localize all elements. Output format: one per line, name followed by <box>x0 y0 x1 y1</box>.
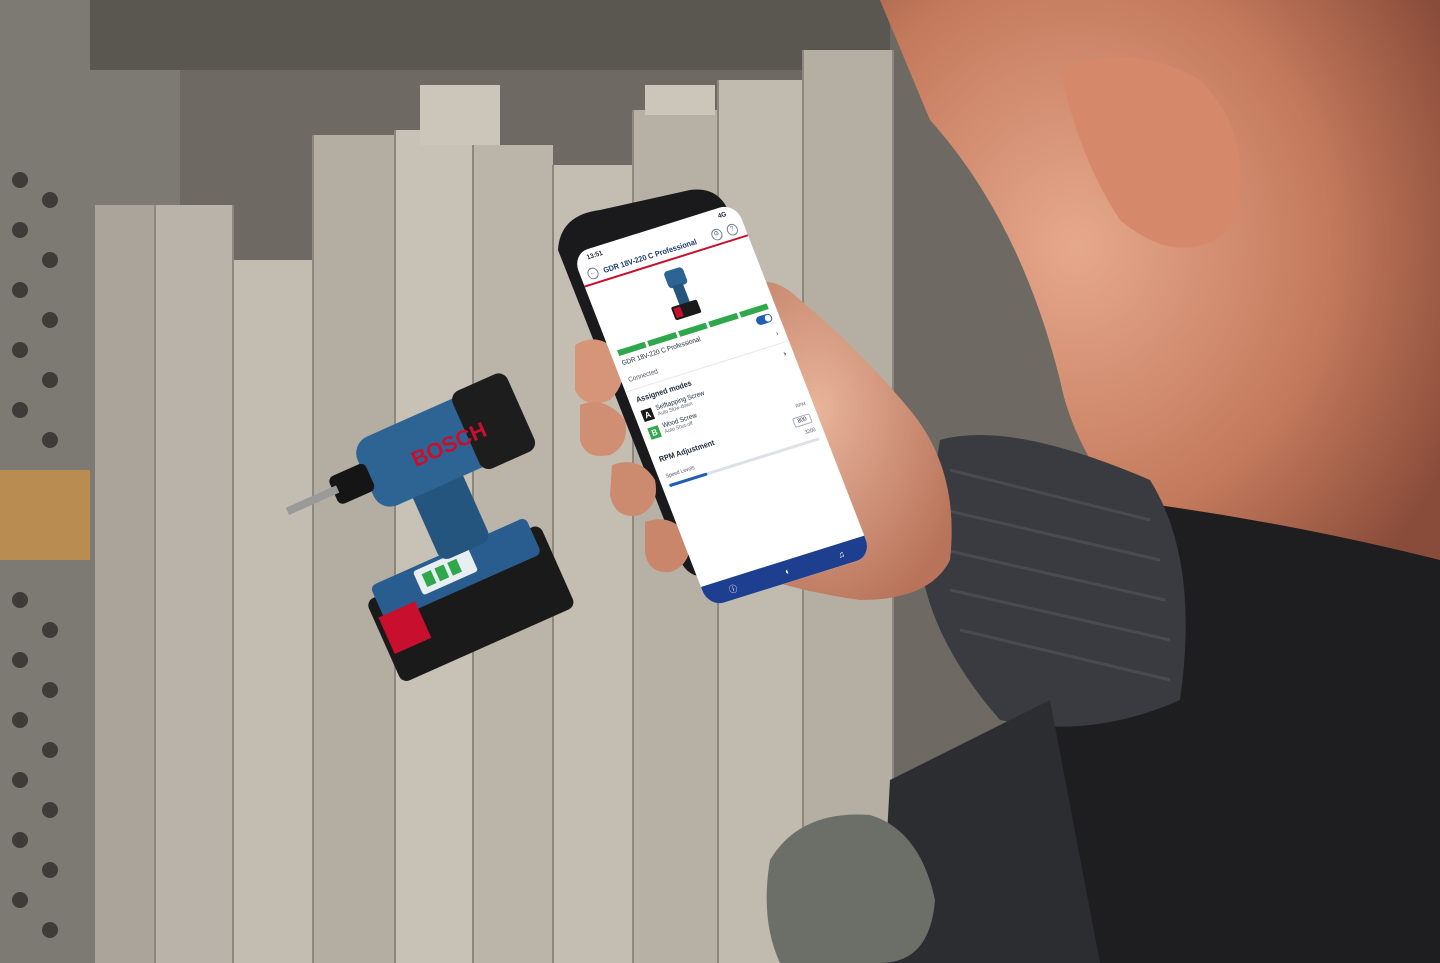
settings-icon[interactable]: ⚙ <box>709 227 725 242</box>
rpm-unit: RPM <box>794 401 807 410</box>
connection-status: Connected <box>627 368 660 384</box>
bell-icon[interactable]: ♫ <box>836 549 845 560</box>
chevron-right-icon: › <box>782 349 788 359</box>
chevron-right-icon: › <box>775 330 780 338</box>
tool-thumbnail-icon <box>664 267 702 321</box>
rpm-control: RPM 800 <box>787 401 813 429</box>
back-icon[interactable]: ← <box>585 266 601 281</box>
mode-letter-b: B <box>647 424 662 440</box>
mode-letter-a: A <box>640 407 655 422</box>
help-icon[interactable]: ? <box>725 222 740 237</box>
status-time: 13:51 <box>585 249 604 261</box>
connection-toggle[interactable] <box>754 312 774 326</box>
wooden-block <box>0 470 90 560</box>
speed-max: 3200 <box>804 427 817 437</box>
contrast-icon[interactable]: ◐ <box>783 566 791 577</box>
network-indicator: 4G <box>716 210 728 220</box>
info-icon[interactable]: ⓘ <box>727 581 739 596</box>
photo-scene: BOSCH 13:51 4G ← GDR 18V-220 C Professio… <box>0 0 1440 963</box>
scaffold-top-beam <box>90 0 890 70</box>
